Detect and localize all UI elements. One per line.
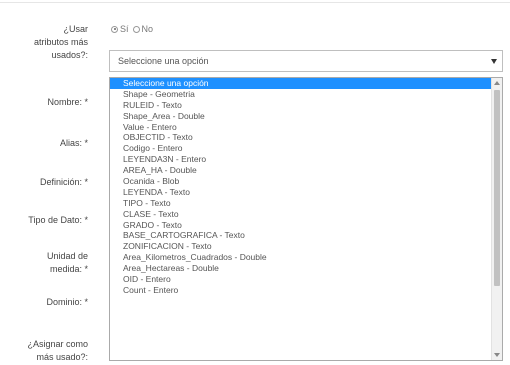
dropdown-option[interactable]: Ocanida - Blob bbox=[110, 176, 491, 187]
label-dominio: Dominio: * bbox=[46, 297, 88, 307]
radio-no-label: No bbox=[141, 24, 154, 34]
dropdown-option[interactable]: Shape - Geometria bbox=[110, 89, 491, 100]
radio-no[interactable] bbox=[132, 25, 140, 33]
dropdown-option[interactable]: Area_Kilometros_Cuadrados - Double bbox=[110, 252, 491, 263]
label-alias: Alias: * bbox=[59, 138, 88, 148]
chevron-down-icon bbox=[491, 59, 497, 64]
dropdown-option[interactable]: AREA_HA - Double bbox=[110, 165, 491, 176]
dropdown-option[interactable]: LEYENDA3N - Entero bbox=[110, 154, 491, 165]
attribute-dropdown-list[interactable]: Seleccione una opción Shape - Geometria RU… bbox=[109, 77, 503, 361]
dropdown-option[interactable]: BASE_CARTOGRAFICA - Texto bbox=[110, 230, 491, 241]
top-divider bbox=[0, 2, 510, 3]
dropdown-option[interactable]: LEYENDA - Texto bbox=[110, 187, 491, 198]
label-tipo-dato: Tipo de Dato: * bbox=[28, 215, 88, 225]
label-use-frequent-attributes: ¿Usar atributos más usados?: bbox=[33, 24, 88, 60]
label-asignar-mas-usado: ¿Asignar como más usado?: bbox=[27, 339, 88, 362]
dropdown-option[interactable]: Count - Entero bbox=[110, 285, 491, 296]
label-nombre: Nombre: * bbox=[47, 97, 88, 107]
dropdown-option[interactable]: OID - Entero bbox=[110, 274, 491, 285]
dropdown-option[interactable]: OBJECTID - Texto bbox=[110, 132, 491, 143]
dropdown-option[interactable]: CLASE - Texto bbox=[110, 209, 491, 220]
dropdown-option[interactable]: Shape_Area - Double bbox=[110, 111, 491, 122]
dropdown-option[interactable]: Seleccione una opción bbox=[110, 78, 491, 89]
dropdown-scrollbar[interactable] bbox=[491, 78, 502, 360]
dropdown-option[interactable]: ZONIFICACION - Texto bbox=[110, 241, 491, 252]
radio-yes-label: Sí bbox=[120, 24, 129, 34]
radio-yes[interactable] bbox=[111, 25, 118, 33]
dropdown-option[interactable]: Value - Entero bbox=[110, 122, 491, 133]
dropdown-option[interactable]: RULEID - Texto bbox=[110, 100, 491, 111]
attribute-select-value: Seleccione una opción bbox=[118, 56, 209, 66]
scrollbar-thumb[interactable] bbox=[494, 90, 500, 286]
dropdown-option[interactable]: GRADO - Texto bbox=[110, 220, 491, 231]
scroll-down-icon[interactable] bbox=[494, 353, 500, 357]
label-definicion: Definición: * bbox=[39, 177, 88, 187]
dropdown-option[interactable]: Area_Hectareas - Double bbox=[110, 263, 491, 274]
attribute-select[interactable]: Seleccione una opción bbox=[109, 50, 503, 72]
dropdown-option[interactable]: TIPO - Texto bbox=[110, 198, 491, 209]
use-frequent-radio-group: Sí No bbox=[111, 22, 153, 36]
dropdown-options: Seleccione una opción Shape - Geometria RU… bbox=[110, 78, 491, 296]
label-unidad-medida: Unidad de medida: * bbox=[46, 251, 88, 274]
dropdown-option[interactable]: Codigo - Entero bbox=[110, 143, 491, 154]
scroll-up-icon[interactable] bbox=[494, 81, 500, 85]
